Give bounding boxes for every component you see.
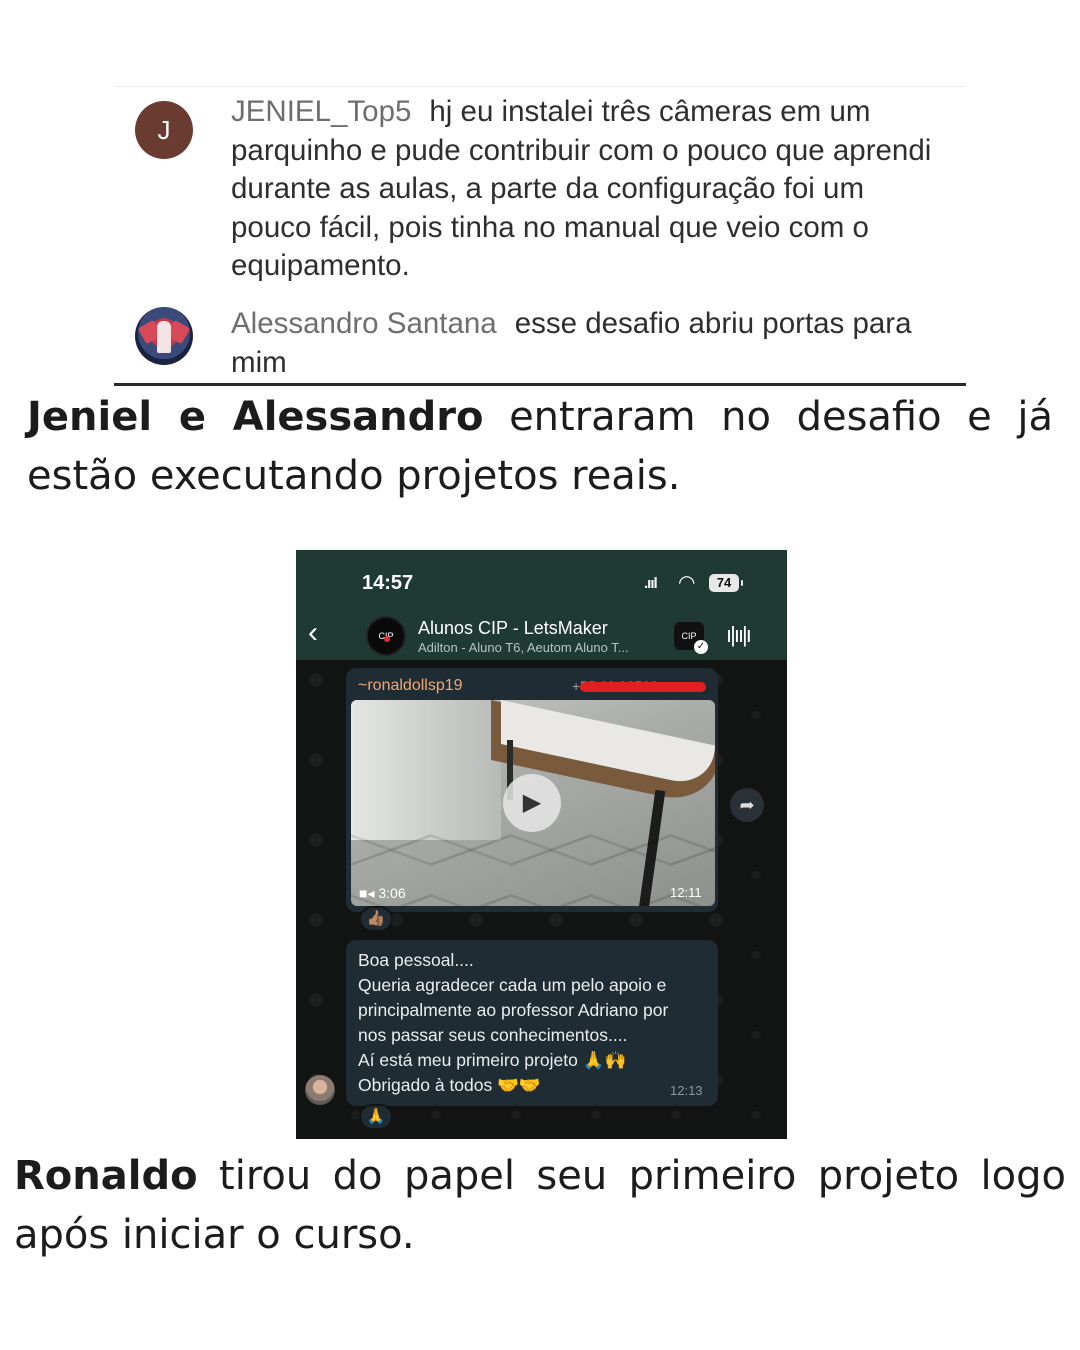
reaction-badge[interactable]: 👍🏽 [359,906,393,932]
chat-header: 14:57 .ııl ◠ 74 ‹ CIP Alunos CIP - LetsM… [296,550,787,660]
video-duration: ■◂ 3:06 [359,885,406,901]
comment-author[interactable]: Alessandro Santana [231,307,497,340]
back-icon[interactable]: ‹ [308,618,318,648]
caption-testimonial: Jeniel e Alessandro entraram no desafio … [27,388,1053,506]
caption-testimonial: Ronaldo tirou do papel seu primeiro proj… [14,1147,1066,1265]
wifi-icon: ◠ [678,572,696,594]
avatar[interactable] [305,1075,335,1105]
video-camera-icon: ■◂ [359,885,379,901]
audio-wave-icon[interactable]: ı|ıı|ı [726,622,752,648]
caption-names: Jeniel e Alessandro [27,394,484,440]
forward-icon[interactable]: ➦ [730,788,764,822]
status-time: 14:57 [362,572,414,594]
group-members[interactable]: Adilton - Aluno T6, Aeutom Aluno T... [418,640,658,655]
play-icon[interactable]: ▶ [503,774,561,832]
group-name[interactable]: Alunos CIP - LetsMaker [418,618,608,639]
reaction-badge[interactable]: 🙏 [359,1104,393,1130]
comment-body: JENIEL_Top5 hj eu instalei três câmeras e… [231,93,951,286]
comment-body: Alessandro Santana esse desafio abriu por… [231,305,951,382]
signal-icon: .ııl [644,575,658,592]
sender-name[interactable]: ~ronaldollsp19 [358,677,463,695]
message-time: 12:11 [670,885,702,900]
avatar[interactable] [135,307,193,365]
comment-author[interactable]: JENIEL_Top5 [231,95,411,128]
avatar[interactable]: J [135,101,193,159]
redaction-mark [580,682,706,692]
caption-names: Ronaldo [14,1153,198,1199]
message-text: Boa pessoal.... Queria agradecer cada um… [358,950,669,1095]
battery-icon: 74 [709,574,743,592]
comments-screenshot: J JENIEL_Top5 hj eu instalei três câmeras… [114,86,966,386]
call-icon[interactable]: CIP ✓ [674,622,708,654]
whatsapp-screenshot: 14:57 .ııl ◠ 74 ‹ CIP Alunos CIP - LetsM… [296,550,787,1139]
group-avatar[interactable]: CIP [366,616,406,656]
message-time: 12:13 [670,1083,703,1098]
